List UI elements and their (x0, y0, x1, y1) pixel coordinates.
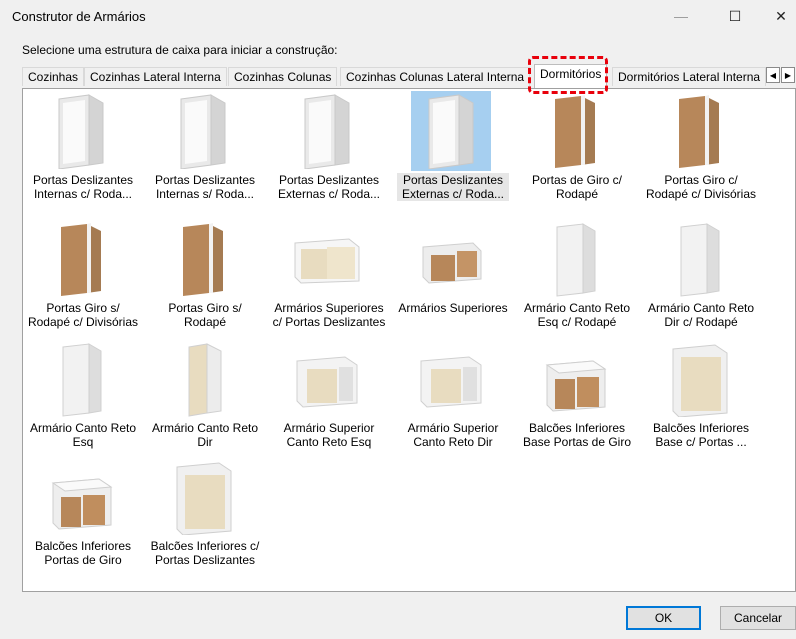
cabinet-item-label: Portas Giro c/ Rodapé c/ Divisórias (645, 173, 757, 201)
cabinet-item-label: Portas de Giro c/ Rodapé (531, 173, 623, 201)
maximize-button[interactable]: ☐ (712, 0, 758, 32)
cabinet-thumbnail-icon (537, 93, 613, 169)
cabinet-item[interactable]: Balcões Inferiores Base Portas de Giro (517, 339, 637, 459)
cabinet-item-label: Portas Deslizantes Internas c/ Roda... (32, 173, 134, 201)
cabinet-thumbnail-icon (165, 459, 241, 536)
cabinet-item-label: Portas Deslizantes Externas c/ Roda... (277, 173, 381, 201)
cabinet-item[interactable]: Portas Giro c/ Rodapé c/ Divisórias (641, 91, 761, 211)
cabinet-item[interactable]: Balcões Inferiores c/ Portas Deslizantes (145, 457, 265, 577)
cancel-button[interactable]: Cancelar (720, 606, 796, 630)
cabinet-thumbnail-icon (289, 341, 365, 417)
tab-scroll-right-button[interactable]: ▶ (781, 67, 795, 83)
cabinet-item[interactable]: Portas Deslizantes Internas c/ Roda... (23, 91, 143, 211)
cabinet-item[interactable]: Portas Deslizantes Internas s/ Roda... (145, 91, 265, 211)
cabinet-thumbnail-icon (537, 221, 613, 297)
cabinet-thumbnail-icon (43, 221, 119, 297)
cabinet-item-label: Armário Canto Reto Dir c/ Rodapé (647, 301, 755, 329)
cabinet-thumbnail-icon (413, 341, 489, 417)
tab-cozinhas-colunas[interactable]: Cozinhas Colunas (228, 67, 338, 86)
cabinet-item[interactable]: Armário Canto Reto Dir (145, 339, 265, 459)
ok-button[interactable]: OK (626, 606, 701, 630)
cabinet-thumbnail-icon (661, 93, 737, 169)
minimize-icon: — (674, 8, 688, 24)
cabinet-item-label: Portas Deslizantes Internas s/ Roda... (154, 173, 256, 201)
cabinet-item-label: Armário Canto Reto Dir (151, 421, 259, 449)
cabinet-item-label: Armários Superiores (398, 301, 508, 315)
tab-cozinhas-colunas-lateral-interna[interactable]: Cozinhas Colunas Lateral Interna (340, 67, 531, 86)
tab-strip: Cozinhas Cozinhas Lateral Interna Cozinh… (22, 64, 796, 88)
tab-cozinhas[interactable]: Cozinhas (22, 67, 85, 86)
cabinet-item-label: Portas Deslizantes Externas c/ Roda... (397, 173, 509, 201)
cabinet-thumbnail-icon (413, 221, 489, 297)
cabinet-item-label: Armário Superior Canto Reto Dir (407, 421, 499, 449)
cabinet-thumbnail-icon (661, 341, 737, 418)
cabinet-thumbnail-icon (165, 341, 241, 417)
cabinet-item[interactable]: Armário Canto Reto Dir c/ Rodapé (641, 219, 761, 339)
cabinet-item-label: Armário Canto Reto Esq (29, 421, 137, 449)
cabinet-thumbnail-icon (165, 221, 241, 297)
instruction-text: Selecione uma estrutura de caixa para in… (22, 43, 338, 57)
cabinet-thumbnail-icon (537, 341, 613, 417)
cabinet-item[interactable]: Portas Giro s/ Rodapé c/ Divisórias (23, 219, 143, 339)
arrow-right-icon: ▶ (784, 71, 792, 80)
cabinet-item[interactable]: Portas Deslizantes Externas c/ Roda... (393, 91, 513, 211)
cabinet-item-label: Armários Superiores c/ Portas Deslizante… (272, 301, 386, 329)
close-button[interactable]: ✕ (766, 0, 796, 32)
cabinet-item-label: Portas Giro s/ Rodapé (168, 301, 242, 329)
cabinet-item-label: Balcões Inferiores Base c/ Portas ... (652, 421, 750, 449)
minimize-button[interactable]: — (658, 0, 704, 32)
title-bar: Construtor de Armários — ☐ ✕ (0, 0, 796, 34)
cabinet-item-label: Portas Giro s/ Rodapé c/ Divisórias (27, 301, 139, 329)
cabinet-thumbnail-icon (43, 93, 119, 170)
cabinet-thumbnail-icon (289, 221, 365, 297)
cabinet-thumbnail-icon (165, 93, 241, 170)
cabinet-item-label: Balcões Inferiores Portas de Giro (34, 539, 132, 567)
tab-dormitorios-lateral-interna[interactable]: Dormitórios Lateral Interna (612, 67, 767, 86)
cabinet-item[interactable]: Armário Superior Canto Reto Dir (393, 339, 513, 459)
tab-cozinhas-lateral-interna[interactable]: Cozinhas Lateral Interna (84, 67, 227, 86)
cabinet-item[interactable]: Armários Superiores c/ Portas Deslizante… (269, 219, 389, 339)
cabinet-item[interactable]: Armário Superior Canto Reto Esq (269, 339, 389, 459)
cabinet-item[interactable]: Portas Deslizantes Externas c/ Roda... (269, 91, 389, 211)
cabinet-thumbnail-icon (43, 459, 119, 535)
tab-scroll-left-button[interactable]: ◀ (766, 67, 780, 83)
window-title: Construtor de Armários (12, 9, 146, 24)
cabinet-item[interactable]: Portas Giro s/ Rodapé (145, 219, 265, 339)
cabinet-item[interactable]: Armário Canto Reto Esq (23, 339, 143, 459)
cabinet-thumbnail-icon (661, 221, 737, 297)
cabinet-item[interactable]: Armário Canto Reto Esq c/ Rodapé (517, 219, 637, 339)
red-dashed-highlight (528, 56, 608, 94)
cabinet-item-label: Balcões Inferiores Base Portas de Giro (522, 421, 632, 449)
cabinet-gallery: Portas Deslizantes Internas c/ Roda... Po… (22, 88, 796, 592)
arrow-left-icon: ◀ (769, 71, 777, 80)
cabinet-item[interactable]: Portas de Giro c/ Rodapé (517, 91, 637, 211)
cabinet-item[interactable]: Balcões Inferiores Base c/ Portas ... (641, 339, 761, 459)
cabinet-item-label: Armário Canto Reto Esq c/ Rodapé (523, 301, 631, 329)
cabinet-item[interactable]: Balcões Inferiores Portas de Giro (23, 457, 143, 577)
cabinet-thumbnail-icon (413, 93, 489, 170)
close-icon: ✕ (775, 7, 787, 24)
cabinet-thumbnail-icon (289, 93, 365, 170)
cabinet-thumbnail-icon (43, 341, 119, 417)
maximize-icon: ☐ (728, 7, 742, 24)
cabinet-item-label: Balcões Inferiores c/ Portas Deslizantes (150, 539, 260, 567)
cabinet-item[interactable]: Armários Superiores (393, 219, 513, 339)
cabinet-item-label: Armário Superior Canto Reto Esq (283, 421, 375, 449)
